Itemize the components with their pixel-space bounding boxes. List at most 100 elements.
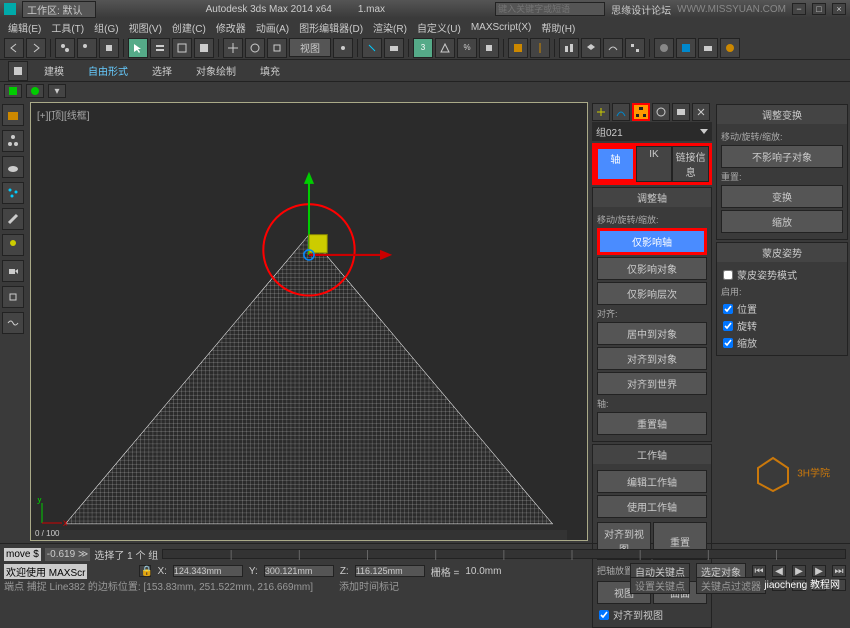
menu-modifier[interactable]: 修改器 <box>212 18 250 37</box>
subtab-axis[interactable]: 轴 <box>595 146 636 182</box>
close-button[interactable]: × <box>832 3 846 15</box>
enable-scale-checkbox[interactable] <box>723 338 733 348</box>
maximize-button[interactable]: □ <box>812 3 826 15</box>
skin-pose-header[interactable]: 蒙皮姿势 <box>717 243 847 262</box>
bind-button[interactable] <box>99 38 119 58</box>
percent-snap-button[interactable]: % <box>457 38 477 58</box>
menu-edit[interactable]: 编辑(E) <box>4 18 45 37</box>
pivot-button[interactable] <box>333 38 353 58</box>
menu-tools[interactable]: 工具(T) <box>47 18 88 37</box>
helper-button[interactable] <box>2 286 24 308</box>
timemark-button[interactable]: 添加时间标记 <box>339 578 399 593</box>
ribbon-toggle-button[interactable] <box>8 61 28 81</box>
menu-graph[interactable]: 图形编辑器(D) <box>295 18 367 37</box>
tab-object-paint[interactable]: 对象绘制 <box>188 61 244 80</box>
undo-button[interactable] <box>4 38 24 58</box>
link-button[interactable] <box>55 38 75 58</box>
poly-smooth-button[interactable] <box>26 84 44 98</box>
viewport-label[interactable]: [+][顶][线框] <box>37 107 90 122</box>
motion-panel-icon[interactable] <box>652 103 670 121</box>
tab-modeling[interactable]: 建模 <box>36 61 72 80</box>
manipulate-button[interactable] <box>362 38 382 58</box>
viewport-scrollbar[interactable]: 0 / 100 <box>31 530 567 540</box>
curve-editor-button[interactable] <box>603 38 623 58</box>
ref-coord-dropdown[interactable]: 视图 <box>289 38 331 57</box>
skin-pose-mode-checkbox[interactable] <box>723 270 733 280</box>
camera-button[interactable] <box>2 260 24 282</box>
light-button[interactable] <box>2 234 24 256</box>
rotate-button[interactable] <box>245 38 265 58</box>
search-input[interactable] <box>495 2 605 16</box>
hierarchy-button[interactable] <box>2 130 24 152</box>
object-name-field[interactable]: 组021 <box>592 122 712 141</box>
affect-pivot-only-button[interactable]: 仅影响轴 <box>597 228 707 255</box>
x-coord-input[interactable] <box>173 565 243 577</box>
menu-view[interactable]: 视图(V) <box>125 18 166 37</box>
dropdown-button[interactable]: ▾ <box>48 84 66 98</box>
dont-affect-children-button[interactable]: 不影响子对象 <box>721 145 843 168</box>
material-editor-button[interactable] <box>654 38 674 58</box>
keyfilter-button[interactable]: 关键点过滤器 <box>696 577 766 594</box>
poly-button[interactable] <box>4 84 22 98</box>
align-to-world-button[interactable]: 对齐到世界 <box>597 372 707 395</box>
use-work-axis-button[interactable]: 使用工作轴 <box>597 495 707 518</box>
time-slider[interactable] <box>162 549 846 559</box>
display-panel-icon[interactable] <box>672 103 690 121</box>
adjust-axis-header[interactable]: 调整轴 <box>593 188 711 207</box>
schematic-button[interactable] <box>625 38 645 58</box>
snap-button[interactable]: 3 <box>413 38 433 58</box>
render-button[interactable] <box>720 38 740 58</box>
select-window-button[interactable] <box>194 38 214 58</box>
tab-freeform[interactable]: 自由形式 <box>80 61 136 80</box>
layers-button[interactable] <box>581 38 601 58</box>
enable-position-checkbox[interactable] <box>723 304 733 314</box>
create-panel-icon[interactable] <box>592 103 610 121</box>
spinner-snap-button[interactable] <box>479 38 499 58</box>
affect-hierarchy-only-button[interactable]: 仅影响层次 <box>597 282 707 305</box>
select-button[interactable] <box>128 38 148 58</box>
unlink-button[interactable] <box>77 38 97 58</box>
menu-group[interactable]: 组(G) <box>90 18 122 37</box>
move-button[interactable] <box>223 38 243 58</box>
tab-populate[interactable]: 填充 <box>252 61 288 80</box>
select-rect-button[interactable] <box>172 38 192 58</box>
keyboard-button[interactable] <box>384 38 404 58</box>
subtab-link[interactable]: 链接信息 <box>672 146 709 182</box>
particle-button[interactable] <box>2 182 24 204</box>
align-to-view-checkbox[interactable] <box>599 610 609 620</box>
modify-panel-icon[interactable] <box>612 103 630 121</box>
bone-button[interactable] <box>2 208 24 230</box>
setkey-button[interactable]: 设置关键点 <box>630 577 690 594</box>
hierarchy-panel-icon[interactable] <box>632 103 650 121</box>
enable-rotation-checkbox[interactable] <box>723 321 733 331</box>
reset-axis-button[interactable]: 重置轴 <box>597 412 707 435</box>
align-button[interactable] <box>559 38 579 58</box>
menu-custom[interactable]: 自定义(U) <box>413 18 465 37</box>
affect-object-only-button[interactable]: 仅影响对象 <box>597 257 707 280</box>
lock-icon[interactable]: 🔒 <box>139 565 151 577</box>
z-coord-input[interactable] <box>355 565 425 577</box>
minimize-button[interactable]: − <box>792 3 806 15</box>
mirror-button[interactable] <box>530 38 550 58</box>
menu-script[interactable]: MAXScript(X) <box>467 20 536 35</box>
menu-animation[interactable]: 动画(A) <box>252 18 293 37</box>
menu-create[interactable]: 创建(C) <box>168 18 210 37</box>
work-axis-header[interactable]: 工作轴 <box>593 445 711 464</box>
center-to-object-button[interactable]: 居中到对象 <box>597 322 707 345</box>
spacewarp-button[interactable] <box>2 312 24 334</box>
viewport[interactable]: [+][顶][线框] y x 0 / 100 <box>30 102 588 541</box>
workspace-dropdown[interactable]: 工作区: 默认 <box>22 1 96 18</box>
render-setup-button[interactable] <box>676 38 696 58</box>
reset-transform-button[interactable]: 变换 <box>721 185 843 208</box>
scale-button[interactable] <box>267 38 287 58</box>
redo-button[interactable] <box>26 38 46 58</box>
subtab-ik[interactable]: IK <box>636 146 673 182</box>
render-frame-button[interactable] <box>698 38 718 58</box>
teapot-button[interactable] <box>2 156 24 178</box>
tab-selection[interactable]: 选择 <box>144 61 180 80</box>
adjust-xform-header[interactable]: 调整变换 <box>717 105 847 124</box>
edit-work-axis-button[interactable]: 编辑工作轴 <box>597 470 707 493</box>
menu-help[interactable]: 帮助(H) <box>537 18 579 37</box>
select-name-button[interactable] <box>150 38 170 58</box>
named-sel-button[interactable] <box>508 38 528 58</box>
